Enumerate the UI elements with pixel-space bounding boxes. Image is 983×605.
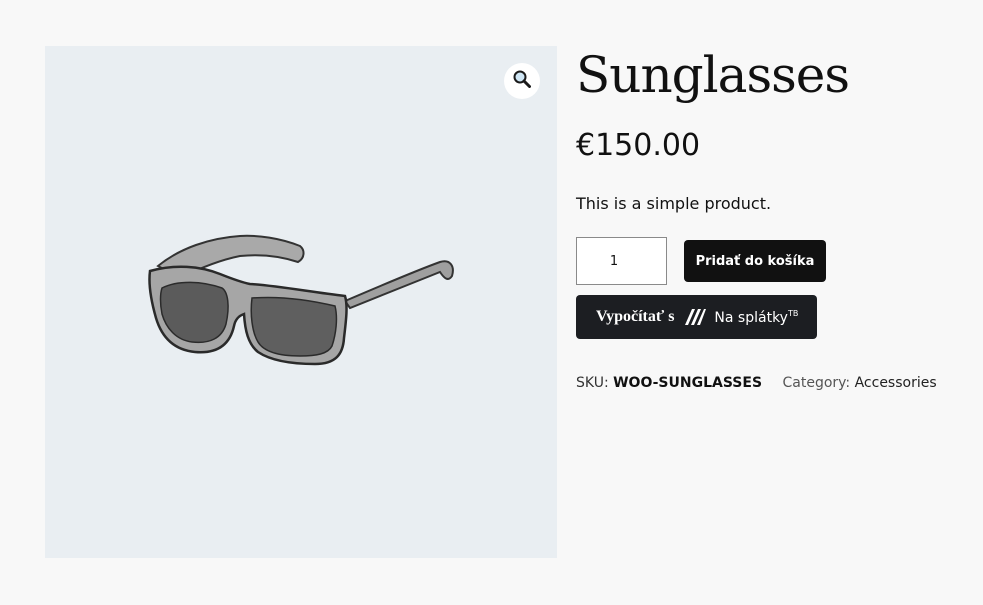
magnifier-icon <box>513 70 531 92</box>
sku-value: WOO-SUNGLASSES <box>613 375 763 391</box>
zoom-button[interactable] <box>504 63 540 99</box>
calculator-brand-name: Na splátky <box>714 309 788 326</box>
calculator-brand-sup: TB <box>787 308 799 318</box>
product-price: €150.00 <box>576 128 701 163</box>
category-label: Category: <box>782 375 851 391</box>
sku-label: SKU: <box>576 375 609 391</box>
installment-calculator-button[interactable]: Vypočítať s Na splátkyTB <box>576 295 817 339</box>
quantity-input[interactable] <box>576 237 667 285</box>
add-to-cart-button[interactable]: Pridať do košíka <box>684 240 826 282</box>
product-title: Sunglasses <box>576 46 850 104</box>
product-gallery <box>45 46 557 558</box>
calculator-brand: Na splátkyTB <box>714 309 798 326</box>
calculator-label: Vypočítať s <box>596 308 675 325</box>
category-link[interactable]: Accessories <box>855 375 937 391</box>
product-summary: Sunglasses €150.00 This is a simple prod… <box>576 40 956 391</box>
product-short-description: This is a simple product. <box>576 194 772 213</box>
category-meta: Category: Accessories <box>782 375 936 391</box>
product-meta: SKU: WOO-SUNGLASSES Category: Accessorie… <box>576 375 937 391</box>
slash-stripes-icon <box>684 308 707 326</box>
sunglasses-image[interactable] <box>140 226 460 376</box>
